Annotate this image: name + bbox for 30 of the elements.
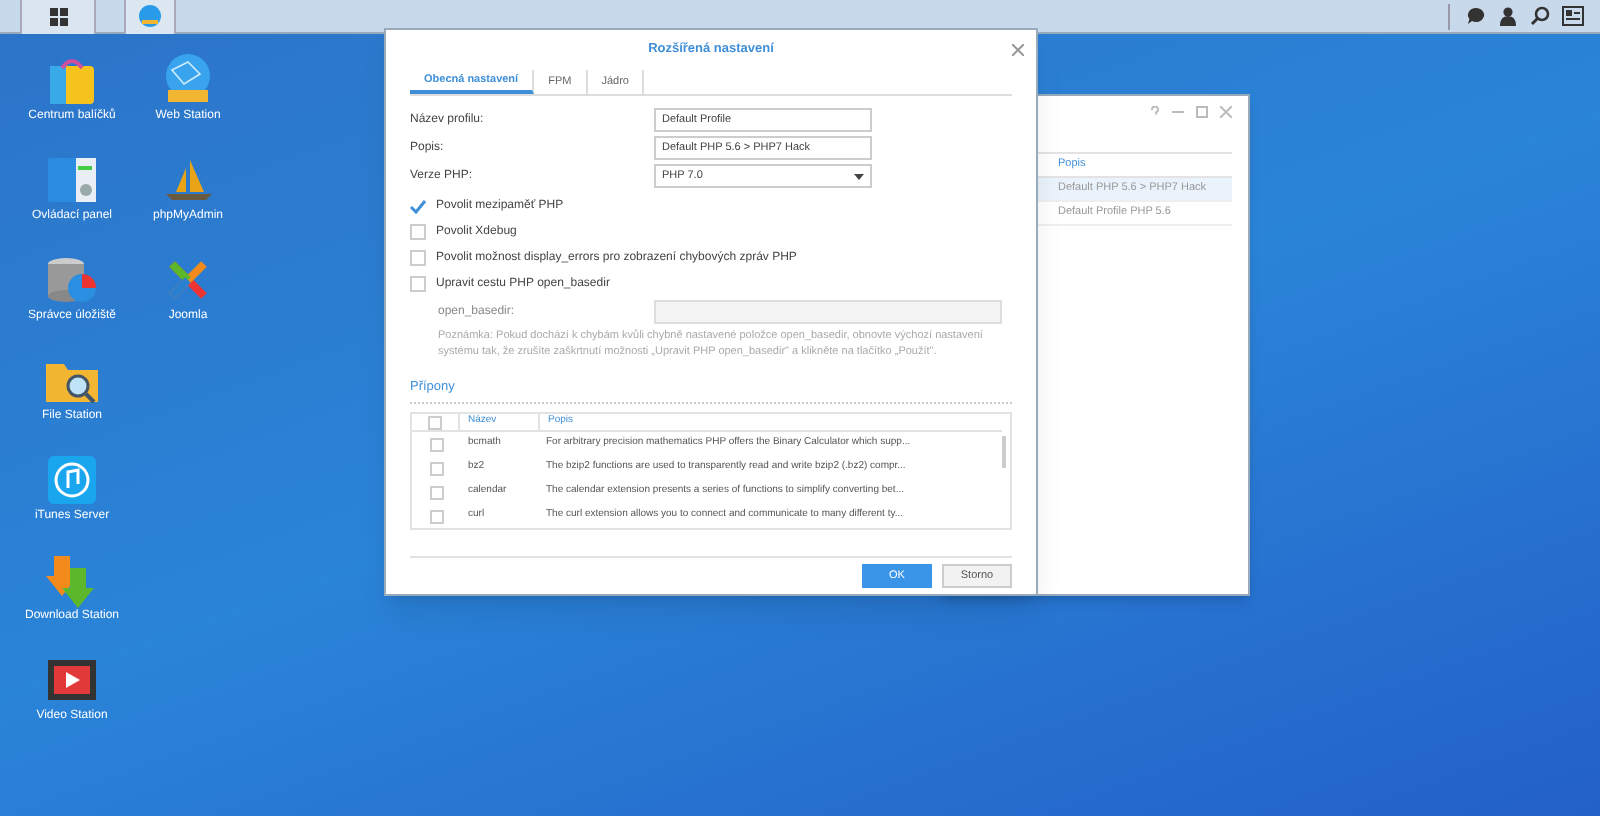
globe-icon [138,4,162,28]
globe-www-icon [160,52,216,108]
check-icon [410,199,426,213]
checkbox[interactable] [410,198,426,214]
widget-icon[interactable] [1562,6,1584,26]
music-note-icon [44,452,100,508]
close-icon[interactable] [1220,106,1232,118]
checkbox[interactable] [410,276,426,292]
checkbox[interactable] [429,461,443,475]
scrollbar-thumb[interactable] [1002,436,1006,468]
help-icon[interactable] [1150,106,1160,118]
checkbox[interactable] [410,250,426,266]
close-icon[interactable] [1012,44,1024,56]
checkbox[interactable] [410,224,426,240]
checkbox[interactable] [429,509,443,523]
chat-icon[interactable] [1466,6,1486,26]
checkbox[interactable] [429,485,443,499]
select-all-checkbox[interactable] [428,415,442,429]
maximize-icon[interactable] [1196,106,1208,118]
checkbox[interactable] [429,437,443,451]
download-arrows-icon [44,552,100,608]
user-icon[interactable] [1498,6,1518,26]
grid-icon [49,7,67,25]
database-chart-icon [44,252,100,308]
app-button[interactable] [124,0,176,33]
control-panel-icon [44,152,100,208]
caret-icon [854,173,864,179]
main-menu-button[interactable] [20,0,96,33]
minimize-icon[interactable] [1172,106,1184,118]
search-icon[interactable] [1530,6,1550,26]
